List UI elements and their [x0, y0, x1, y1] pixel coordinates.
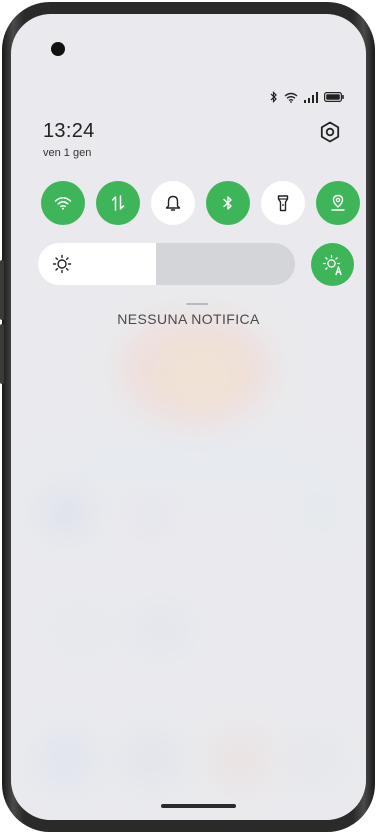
volume-button: [0, 260, 4, 320]
notification-shade: 13:24 ven 1 gen NESSUNA NOTIFICA: [11, 14, 366, 820]
sound-toggle[interactable]: [151, 181, 195, 225]
brightness-slider[interactable]: [38, 243, 295, 285]
bell-icon: [165, 195, 181, 211]
mobile-data-icon: [111, 195, 125, 211]
no-notifications-label: NESSUNA NOTIFICA: [117, 311, 260, 327]
shade-drag-handle[interactable]: [186, 303, 208, 305]
auto-brightness-toggle[interactable]: [311, 243, 354, 286]
bluetooth-toggle[interactable]: [206, 181, 250, 225]
flashlight-icon: [277, 195, 289, 212]
power-button: [0, 324, 4, 384]
location-toggle[interactable]: [316, 181, 360, 225]
quick-settings-tiles: [41, 181, 363, 225]
brightness-sun-icon: [52, 254, 72, 274]
clock-time: 13:24: [43, 120, 95, 142]
status-bar-icons: [270, 90, 344, 104]
battery-icon: [324, 92, 344, 102]
bluetooth-status-icon: [270, 91, 277, 103]
wifi-toggle[interactable]: [41, 181, 85, 225]
phone-frame: 13:24 ven 1 gen NESSUNA NOTIFICA: [0, 2, 375, 832]
mobile-data-toggle[interactable]: [96, 181, 140, 225]
location-icon: [331, 194, 345, 211]
flashlight-toggle[interactable]: [261, 181, 305, 225]
signal-icon: [304, 91, 318, 103]
clock-date[interactable]: ven 1 gen: [43, 147, 91, 159]
wifi-icon: [54, 197, 72, 210]
auto-brightness-icon: [322, 254, 342, 275]
front-camera: [51, 42, 65, 56]
settings-gear-icon[interactable]: [318, 120, 342, 144]
home-indicator[interactable]: [161, 804, 236, 808]
bluetooth-icon: [223, 196, 232, 210]
wifi-status-icon: [284, 92, 298, 103]
